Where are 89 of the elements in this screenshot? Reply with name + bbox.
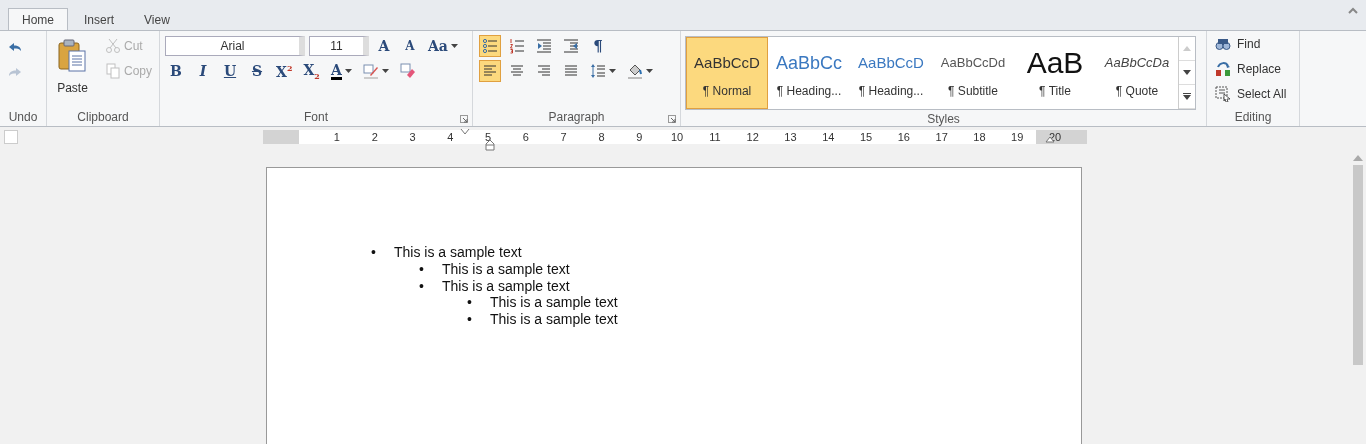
numbered-list-icon [509, 38, 525, 54]
bulleted-list-icon [482, 38, 498, 54]
ruler-number: 15 [858, 130, 874, 144]
ruler-number: 17 [934, 130, 949, 144]
grow-font-button[interactable]: A [373, 35, 395, 57]
eraser-icon [399, 63, 416, 79]
collapse-ribbon-icon[interactable] [1348, 7, 1358, 14]
bullet: • [419, 277, 424, 294]
clipboard-icon [57, 39, 88, 73]
italic-button[interactable]: I [192, 60, 214, 82]
ribbon-tab[interactable]: View [130, 8, 184, 30]
first-line-indent-marker[interactable] [460, 129, 470, 136]
marks-button[interactable]: ¶ [587, 35, 609, 57]
ruler-number: 19 [1010, 130, 1025, 144]
style-option[interactable]: AaBbCcDa ¶ Quote [1096, 37, 1178, 109]
style-option[interactable]: AaB ¶ Title [1014, 37, 1096, 109]
replace-button[interactable]: Replace [1213, 58, 1293, 80]
font-size-field[interactable]: 11 [309, 36, 369, 56]
list-item-text: This is a sample text [394, 244, 522, 261]
ruler-number: 12 [745, 130, 760, 144]
align-left-button[interactable] [479, 60, 501, 82]
ruler-number: 18 [972, 130, 987, 144]
line-spacing-icon [590, 63, 606, 79]
group-label: Paragraph [548, 110, 605, 124]
copy-icon [105, 63, 121, 79]
justify-icon [563, 63, 579, 79]
group-label: Undo [7, 109, 39, 126]
hanging-indent-marker[interactable] [485, 139, 495, 151]
font-name-field[interactable]: Arial [165, 36, 305, 56]
bullet: • [419, 260, 424, 277]
group-label: Editing [1233, 109, 1273, 126]
expand-gallery-icon[interactable] [1183, 93, 1191, 100]
style-option[interactable]: AaBbCcD ¶ Normal [686, 37, 768, 109]
select-all-icon [1215, 86, 1231, 102]
ruler-number: 1 [332, 130, 341, 144]
subscript-button[interactable]: X$_{2}$ [300, 60, 323, 82]
group-label: Styles [926, 111, 961, 128]
highlighter-icon [362, 63, 379, 79]
align-left-icon [482, 63, 498, 79]
dialog-launcher-icon[interactable] [668, 115, 676, 123]
ruler-number: 3 [408, 130, 417, 144]
paste-button[interactable]: Paste [51, 35, 94, 108]
font-color-button[interactable]: A [327, 60, 355, 82]
strikethrough-button[interactable]: S [246, 60, 268, 82]
bullet: • [467, 294, 472, 311]
ruler-number: 2 [370, 130, 379, 144]
select-all-button[interactable]: Select All [1213, 83, 1293, 105]
change-case-button[interactable]: Aa [425, 35, 461, 57]
decrease-indent-icon [536, 38, 552, 54]
dialog-launcher-icon[interactable] [460, 115, 468, 123]
ruler-number: 10 [669, 130, 685, 144]
ruler-number: 8 [597, 130, 606, 144]
ruler-number: 14 [821, 130, 836, 144]
ruler-number: 16 [896, 130, 911, 144]
paint-bucket-icon [627, 63, 643, 79]
group-label: Font [304, 110, 328, 124]
ruler-number: 6 [521, 130, 530, 144]
group-label: Clipboard [76, 109, 130, 126]
bullet: • [467, 311, 472, 328]
superscript-button[interactable]: X$^{2}$ [273, 60, 296, 82]
bullets-button[interactable] [479, 35, 501, 57]
scroll-down-icon[interactable] [1183, 70, 1191, 75]
list-item-text: This is a sample text [490, 294, 618, 312]
underline-button[interactable]: U [219, 60, 241, 82]
ribbon-tab[interactable]: Insert [70, 8, 129, 30]
style-option[interactable]: AaBbCcD ¶ Heading... [850, 37, 932, 109]
ruler-number: 4 [446, 130, 455, 144]
bullet: • [371, 244, 376, 260]
scroll-up-icon[interactable] [1353, 155, 1363, 161]
increase-indent-icon [563, 38, 579, 54]
style-option[interactable]: AaBbCc ¶ Heading... [768, 37, 850, 109]
ruler-number: 11 [708, 130, 722, 144]
list-item-text: This is a sample text [442, 260, 570, 278]
align-right-icon [536, 63, 552, 79]
align-center-icon [509, 63, 525, 79]
ruler-number: 7 [559, 130, 568, 144]
document-page[interactable]: • This is a sample text • This is a sample text • This is a sample text • This is a sample text • This is a sample text [266, 167, 1082, 444]
ruler-number: 9 [635, 130, 644, 144]
binoculars-icon [1215, 36, 1231, 52]
replace-icon [1215, 61, 1231, 77]
ruler-number: 13 [783, 130, 798, 144]
find-button[interactable]: Find [1213, 33, 1293, 55]
shrink-font-button[interactable]: A [399, 35, 421, 57]
scissors-icon [105, 38, 121, 54]
style-option[interactable]: AaBbCcDd ¶ Subtitle [932, 37, 1014, 109]
list-item-text: This is a sample text [442, 277, 570, 295]
list-item-text: This is a sample text [490, 311, 618, 328]
ribbon-tab[interactable]: Home [8, 8, 68, 30]
bold-button[interactable]: B [165, 60, 187, 82]
